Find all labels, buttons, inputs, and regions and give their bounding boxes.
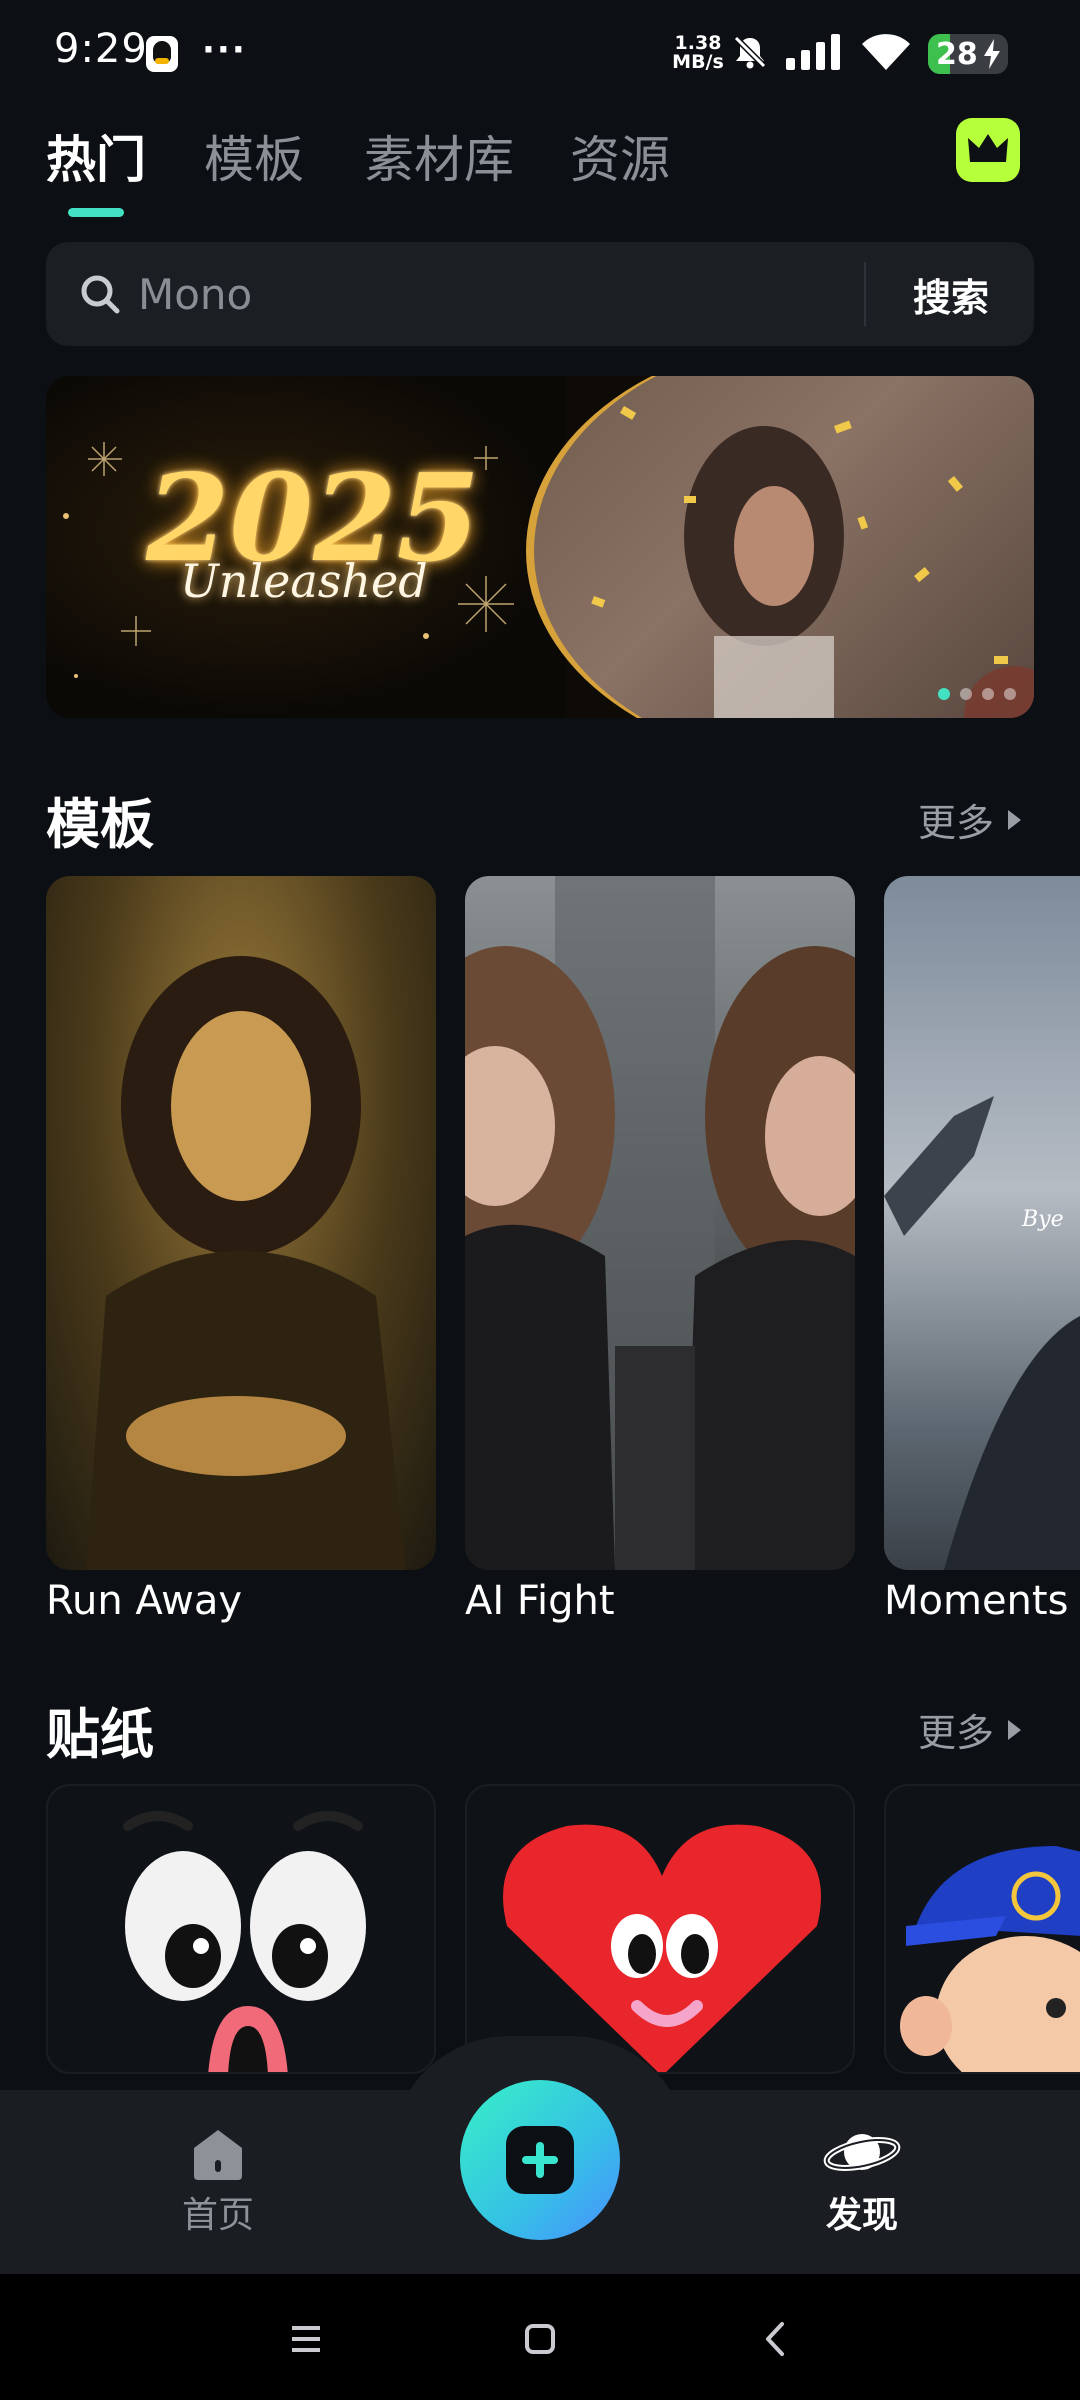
search-button[interactable]: 搜索: [868, 242, 1034, 346]
pager-dot: [938, 688, 950, 700]
promo-banner[interactable]: 2025 Unleashed: [46, 376, 1034, 718]
home-icon: [194, 2130, 242, 2180]
pager-dot: [982, 688, 994, 700]
status-bar: 9:29 ··· 1.38 MB/s 28: [0, 0, 1080, 100]
banner-left-artwork: 2025 Unleashed: [46, 376, 566, 718]
battery-charging-icon: 28: [928, 34, 1008, 74]
premium-button[interactable]: [956, 118, 1020, 182]
search-input[interactable]: [138, 266, 878, 322]
home-square-icon[interactable]: [510, 2314, 570, 2364]
sticker-card-cap[interactable]: [884, 1784, 1080, 2074]
bolt-icon: [984, 39, 1000, 69]
wifi-icon: [862, 34, 910, 70]
heart-sticker: [503, 1824, 821, 2072]
search-icon: [81, 275, 120, 314]
template-card-run-away[interactable]: [46, 876, 436, 1570]
nav-home-label: 首页: [181, 2195, 254, 2236]
svg-text:Bye: Bye: [1021, 1207, 1064, 1232]
banner-photo: [526, 376, 1034, 718]
eyes-sticker: [123, 1811, 366, 2072]
template-label: Moments o: [884, 1578, 1080, 1624]
nav-discover[interactable]: 发现: [762, 2122, 962, 2238]
sticker-card-eyes[interactable]: [46, 1784, 436, 2074]
cap-sticker: [900, 1846, 1080, 2072]
pager-dot: [1004, 688, 1016, 700]
template-label: AI Fight: [465, 1578, 615, 1624]
template-label: Run Away: [46, 1578, 243, 1624]
planet-icon: [823, 2134, 901, 2171]
chevron-right-icon: [1008, 809, 1022, 830]
network-speed: 1.38 MB/s: [668, 34, 728, 72]
battery-level: 28: [936, 37, 978, 72]
qq-icon: [146, 36, 178, 72]
stickers-more-button[interactable]: 更多: [918, 1702, 1022, 1757]
nav-home[interactable]: 首页: [118, 2122, 318, 2238]
template-thumbnail: [86, 956, 406, 1570]
net-speed-unit: MB/s: [672, 51, 724, 73]
back-icon[interactable]: [746, 2314, 806, 2364]
template-card-ai-fight[interactable]: [465, 876, 855, 1570]
search-bar: 搜索: [46, 242, 1034, 346]
stickers-section-title: 贴纸: [46, 1703, 154, 1766]
signal-icon: [786, 34, 840, 70]
nav-discover-label: 发现: [825, 2195, 898, 2236]
tab-hot[interactable]: 热门: [46, 120, 146, 192]
template-thumbnail: Bye: [884, 1096, 1080, 1570]
search-divider: [864, 262, 866, 326]
template-thumbnail: [465, 876, 855, 1570]
more-label: 更多: [918, 1711, 995, 1755]
sticker-card-heart[interactable]: [465, 1784, 855, 2074]
confetti-decoration: [591, 406, 1034, 718]
crown-icon: [968, 134, 1008, 162]
menu-icon[interactable]: [276, 2314, 336, 2364]
banner-subtitle: Unleashed: [180, 554, 428, 608]
templates-section-title: 模板: [46, 793, 154, 856]
status-time: 9:29: [54, 26, 148, 72]
templates-more-button[interactable]: 更多: [918, 792, 1022, 847]
create-button[interactable]: [460, 2080, 620, 2240]
more-notifications-icon: ···: [202, 30, 247, 70]
tab-material-library[interactable]: 素材库: [364, 120, 514, 192]
banner-pager: [938, 688, 1016, 700]
active-tab-indicator: [68, 208, 124, 217]
tab-resources[interactable]: 资源: [570, 120, 670, 192]
template-card-moments[interactable]: Bye: [884, 876, 1080, 1570]
plus-icon: [506, 2126, 574, 2194]
system-navigation-bar: [0, 2274, 1080, 2400]
tab-templates[interactable]: 模板: [204, 120, 304, 192]
bell-off-icon: [733, 35, 767, 69]
more-label: 更多: [918, 801, 995, 845]
chevron-right-icon: [1008, 1719, 1022, 1740]
pager-dot: [960, 688, 972, 700]
